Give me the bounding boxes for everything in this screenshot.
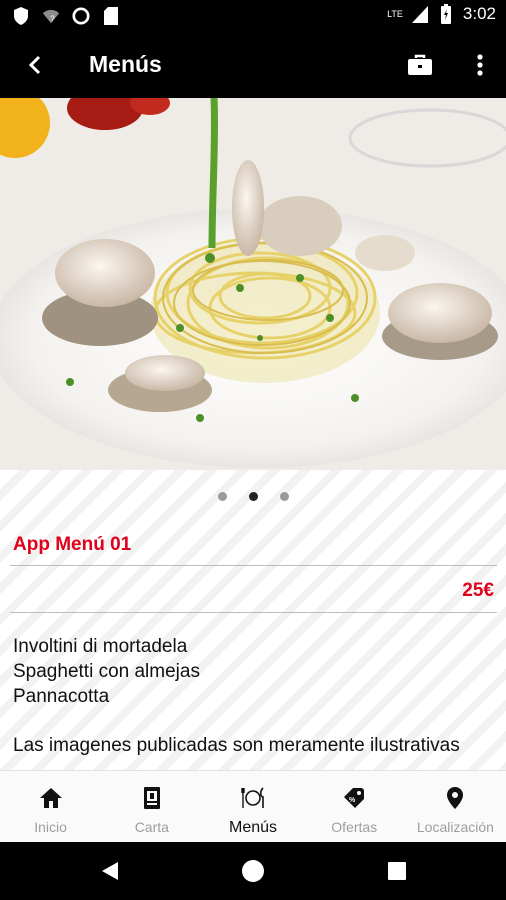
nav-label: Inicio [34,819,67,835]
cart-button[interactable] [405,50,435,80]
carousel-dot-active[interactable] [248,492,258,501]
menu-title: App Menú 01 [13,534,132,555]
shield-icon [14,7,28,25]
menu-book-icon [143,787,160,809]
system-recents-button[interactable] [385,859,409,883]
svg-text:?: ? [50,14,55,23]
location-pin-icon [447,787,464,809]
triangle-back-icon [102,862,118,880]
page-title: Menús [89,51,162,77]
more-options-button[interactable] [466,50,494,80]
nav-label: Ofertas [331,819,378,835]
home-icon [39,788,62,808]
bottom-navigation: Inicio Carta Menús % Ofertas Localizació… [0,770,506,842]
nav-item-carta[interactable]: Carta [101,771,202,842]
app-bar: Menús [0,32,506,98]
carousel-indicator [0,492,506,501]
divider [10,612,497,613]
menu-photo-carousel[interactable] [0,98,506,470]
carousel-dot[interactable] [217,492,227,501]
briefcase-icon [408,54,432,75]
nav-item-localizacion[interactable]: Localización [405,771,506,842]
signal-icon [411,6,428,23]
menu-item: Pannacotta [13,686,110,707]
system-home-button[interactable] [241,859,265,883]
nav-item-menus[interactable]: Menús [202,771,303,842]
nav-label: Menús [228,819,278,836]
nav-label: Localización [416,819,494,835]
menu-item: Spaghetti con almejas [13,661,200,682]
menu-price: 25€ [462,580,494,601]
wifi-question-icon: ? [42,9,60,23]
battery-icon [440,4,451,24]
circle-home-icon [242,860,264,882]
menu-description: Involtini di mortadela Spaghetti con alm… [13,634,493,758]
menu-detail: App Menú 01 25€ Involtini di mortadela S… [0,470,506,770]
network-label: LTE [387,9,403,19]
sd-card-icon [104,7,118,25]
back-arrow-icon [28,55,41,75]
status-bar: ? LTE 3:02 [0,0,506,32]
carousel-dot[interactable] [279,492,289,501]
plate-cutlery-icon [241,787,264,808]
nav-label: Carta [134,819,169,835]
nav-item-inicio[interactable]: Inicio [0,771,101,842]
back-button[interactable] [18,48,52,82]
menu-item: Involtini di mortadela [13,636,188,657]
divider [10,565,497,566]
pasta-dish-image [0,98,506,470]
status-time: 3:02 [462,4,496,23]
circle-icon [72,7,90,25]
system-navigation-bar [0,842,506,900]
system-back-button[interactable] [98,859,122,883]
nav-item-ofertas[interactable]: % Ofertas [304,771,405,842]
more-vert-icon [477,54,483,76]
offer-tag-icon: % [344,788,365,808]
menu-note: Las imagenes publicadas son meramente il… [13,735,460,756]
square-recents-icon [388,862,406,880]
svg-text:%: % [349,797,356,804]
